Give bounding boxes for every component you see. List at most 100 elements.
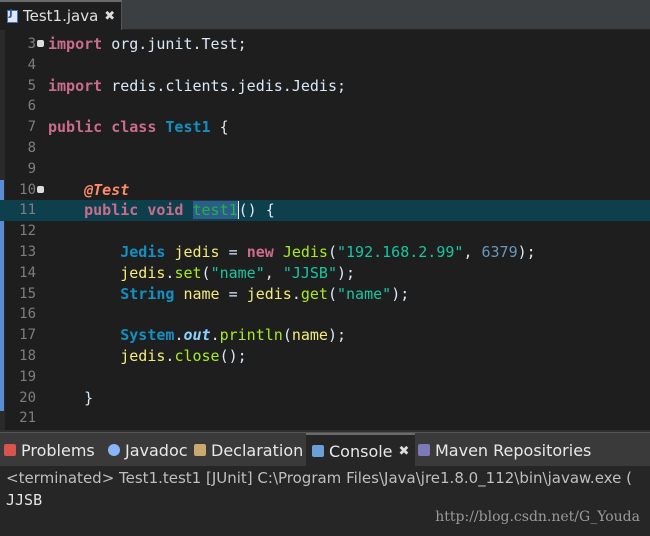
code-line[interactable]: 3 import org.junit.Test; xyxy=(0,34,650,55)
tab-javadoc[interactable]: Javadoc xyxy=(108,433,188,467)
code-token: } xyxy=(48,388,94,407)
code-token: Jedis xyxy=(120,243,166,261)
line-number: 4 xyxy=(27,56,36,73)
line-number: 20 xyxy=(19,389,36,406)
tab-problems[interactable]: Problems xyxy=(4,433,95,467)
tab-javadoc-label: Javadoc xyxy=(125,440,188,460)
maven-icon xyxy=(418,444,430,456)
problems-icon xyxy=(4,444,16,456)
code-line[interactable]: 9 xyxy=(0,159,650,180)
code-token: = xyxy=(219,243,247,261)
tab-maven-repositories[interactable]: Maven Repositories xyxy=(418,433,591,467)
code-editor[interactable]: 3 import org.junit.Test; 4 5 import redis.cl… xyxy=(0,30,650,430)
code-token: . xyxy=(210,326,220,345)
line-number: 3 xyxy=(27,36,36,52)
code-line[interactable]: 12 xyxy=(0,221,650,242)
code-text: @Test xyxy=(48,180,129,201)
code-token: Test1 xyxy=(165,118,211,137)
editor-tab-test1-java[interactable]: Test1.java ✖ xyxy=(0,0,122,30)
console-process-label: <terminated> Test1.test1 [JUnit] C:\Prog… xyxy=(6,469,632,487)
code-token: name xyxy=(291,326,328,345)
line-number: 7 xyxy=(27,119,36,136)
tab-declaration[interactable]: Declaration xyxy=(194,433,303,467)
code-line[interactable]: 14 jedis.set("name", "JJSB"); xyxy=(0,263,650,284)
code-line[interactable]: 18 jedis.close(); xyxy=(0,346,650,367)
line-number: 16 xyxy=(19,306,36,323)
code-token: get xyxy=(300,284,328,303)
code-token: close xyxy=(174,347,220,365)
code-text: public void test1() { xyxy=(48,200,275,221)
code-token: = xyxy=(219,284,247,303)
code-line[interactable]: 20 } xyxy=(0,388,650,409)
code-token: name xyxy=(183,284,220,303)
console-output[interactable]: JJSB xyxy=(6,491,42,509)
code-line[interactable]: 16 xyxy=(0,304,650,325)
line-number: 6 xyxy=(27,98,36,115)
views-tab-bar: Problems Javadoc Declaration Console ✖ M… xyxy=(0,432,650,467)
code-token: jedis xyxy=(120,263,166,282)
code-token: redis.clients.jedis.Jedis; xyxy=(102,76,347,95)
code-token: ); xyxy=(337,263,356,282)
close-icon[interactable]: ✖ xyxy=(399,444,410,459)
code-line[interactable]: 10 @Test xyxy=(0,180,650,201)
code-token: public xyxy=(48,118,103,137)
code-token: new xyxy=(246,243,274,261)
line-number: 21 xyxy=(19,410,36,427)
code-token: org.junit.Test; xyxy=(102,35,247,53)
fold-toggle-icon[interactable] xyxy=(37,40,44,47)
code-token: , xyxy=(264,263,283,282)
code-token: jedis xyxy=(174,243,220,261)
line-number: 8 xyxy=(27,140,36,156)
code-text: public class Test1 { xyxy=(48,117,229,138)
line-number: 14 xyxy=(19,264,36,281)
code-text: Jedis jedis = new Jedis("192.168.2.99", … xyxy=(48,242,535,263)
code-token: ); xyxy=(327,326,347,345)
code-text: import redis.clients.jedis.Jedis; xyxy=(48,76,346,97)
code-token: 6379 xyxy=(481,243,518,261)
code-token: System xyxy=(120,326,175,345)
code-token: import xyxy=(48,35,103,53)
code-line[interactable]: 6 xyxy=(0,96,650,117)
editor-tab-label: Test1.java xyxy=(23,7,99,25)
code-token: { xyxy=(210,118,229,137)
tab-console[interactable]: Console ✖ xyxy=(306,433,416,467)
code-line[interactable]: 4 xyxy=(0,55,650,76)
code-line[interactable]: 5 import redis.clients.jedis.Jedis; xyxy=(0,76,650,97)
code-token: out xyxy=(183,326,211,345)
console-view[interactable]: <terminated> Test1.test1 [JUnit] C:\Prog… xyxy=(0,466,650,536)
code-text: jedis.close(); xyxy=(48,346,246,367)
code-token: "192.168.2.99" xyxy=(337,243,464,261)
javadoc-icon xyxy=(108,444,120,456)
code-line[interactable]: 13 Jedis jedis = new Jedis("192.168.2.99… xyxy=(0,242,650,263)
code-line[interactable]: 11 public void test1() { xyxy=(0,200,650,222)
close-icon[interactable]: ✖ xyxy=(104,9,115,24)
code-text: import org.junit.Test; xyxy=(48,34,247,55)
code-token: ( xyxy=(327,284,337,303)
code-line[interactable]: 7 public class Test1 { xyxy=(0,117,650,138)
code-token: void xyxy=(147,201,184,220)
code-line[interactable]: 19 xyxy=(0,367,650,388)
line-number: 19 xyxy=(19,368,36,385)
code-token: test1 xyxy=(192,201,238,220)
fold-toggle-icon[interactable] xyxy=(37,185,44,193)
code-token: . xyxy=(291,284,301,303)
code-token: println xyxy=(219,326,283,345)
code-text: System.out.println(name); xyxy=(48,325,346,346)
line-number: 12 xyxy=(19,223,36,240)
code-line[interactable]: 15 String name = jedis.get("name"); xyxy=(0,284,650,305)
line-number: 15 xyxy=(19,285,36,302)
code-line[interactable]: 17 System.out.println(name); xyxy=(0,325,650,346)
code-line[interactable]: 8 xyxy=(0,138,650,159)
code-line[interactable]: 21 xyxy=(0,408,650,429)
line-number: 9 xyxy=(27,160,36,177)
code-token: jedis xyxy=(120,347,166,365)
line-number: 11 xyxy=(19,202,36,219)
